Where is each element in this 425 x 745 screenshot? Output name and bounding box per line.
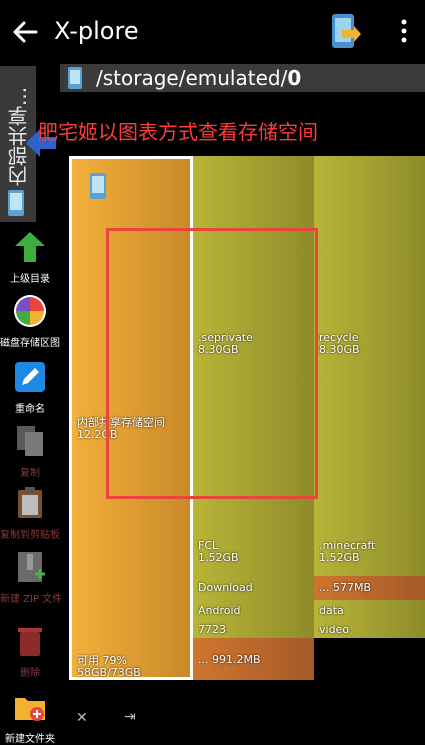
annotation-text: 肥宅姬以图表方式查看存储空间: [38, 120, 318, 144]
tool-label: 新建文件夹: [5, 734, 55, 745]
tool-delete[interactable]: 删除: [0, 624, 60, 679]
phone-storage-icon: [68, 67, 82, 89]
tool-up[interactable]: 上级目录: [0, 230, 60, 285]
app-bar: X-plore: [0, 0, 425, 62]
tool-label: 复制到剪贴板: [0, 530, 60, 541]
treemap-block-data[interactable]: data: [314, 600, 425, 622]
treemap-block-video[interactable]: video: [314, 622, 425, 638]
tool-label: 上级目录: [10, 274, 50, 285]
back-arrow-icon[interactable]: [10, 17, 40, 47]
sort-icon[interactable]: ⇥: [124, 709, 136, 725]
app-title: X-plore: [54, 17, 139, 45]
treemap-block-android[interactable]: Android: [193, 600, 314, 622]
tool-new-folder[interactable]: 新建文件夹: [0, 690, 60, 745]
copy-icon: [17, 426, 43, 456]
path-text: /storage/emulated/0: [96, 64, 301, 92]
tool-rename[interactable]: 重命名: [0, 360, 60, 415]
app-logo-icon[interactable]: [328, 12, 362, 50]
pie-chart-icon: [14, 295, 46, 327]
treemap-label: Download: [198, 581, 253, 594]
treemap-size: 8.30GB: [319, 343, 360, 356]
zip-icon: [18, 552, 45, 582]
treemap-block-other[interactable]: ... 577MB: [314, 576, 425, 600]
treemap-label: 7723: [198, 623, 226, 636]
tool-label: 新建 ZIP 文件: [0, 594, 63, 605]
treemap-block-other[interactable]: ... 991.2MB: [193, 638, 314, 680]
tool-label: 重命名: [15, 404, 45, 415]
treemap-label: ... 577MB: [319, 581, 372, 594]
more-menu-icon[interactable]: [396, 16, 412, 46]
trash-icon: [18, 628, 42, 656]
usage-label: 58GB/73GB: [77, 666, 141, 679]
path-bar[interactable]: /storage/emulated/0: [60, 64, 425, 92]
tool-copy-clipboard[interactable]: 复制到剪贴板: [0, 486, 60, 541]
treemap-label: data: [319, 604, 344, 617]
treemap-block-7723[interactable]: 7723: [193, 622, 314, 638]
path-current: 0: [287, 66, 302, 90]
tool-label: 磁盘存储区图: [0, 338, 60, 349]
tool-new-zip[interactable]: 新建 ZIP 文件: [0, 550, 63, 605]
treemap-block-recycle[interactable]: recycle 8.30GB: [314, 156, 425, 512]
treemap-block-download[interactable]: Download: [193, 576, 314, 600]
new-folder-icon: [15, 698, 45, 721]
highlight-rectangle: [106, 228, 318, 499]
clipboard-icon: [18, 487, 42, 518]
tool-label: 复制: [20, 468, 40, 479]
tool-disk-map[interactable]: 磁盘存储区图: [0, 294, 60, 349]
treemap-block-minecraft[interactable]: .minecraft 1.52GB: [314, 512, 425, 576]
path-prefix: /storage/emulated/: [96, 66, 288, 90]
treemap-label: Android: [198, 604, 241, 617]
treemap-size: 1.52GB: [198, 551, 239, 564]
pencil-icon: [15, 362, 45, 392]
treemap-block-fcl[interactable]: FCL 1.52GB: [193, 512, 314, 576]
close-icon[interactable]: ✕: [76, 710, 88, 726]
treemap-size: 1.52GB: [319, 551, 360, 564]
treemap-label: video: [319, 623, 350, 636]
treemap-label: ... 991.2MB: [198, 653, 261, 666]
up-arrow-icon: [15, 232, 45, 262]
tool-copy[interactable]: 复制: [0, 424, 60, 479]
phone-storage-icon: [90, 173, 106, 199]
tool-label: 删除: [20, 668, 40, 679]
phone-storage-icon: [8, 190, 24, 216]
